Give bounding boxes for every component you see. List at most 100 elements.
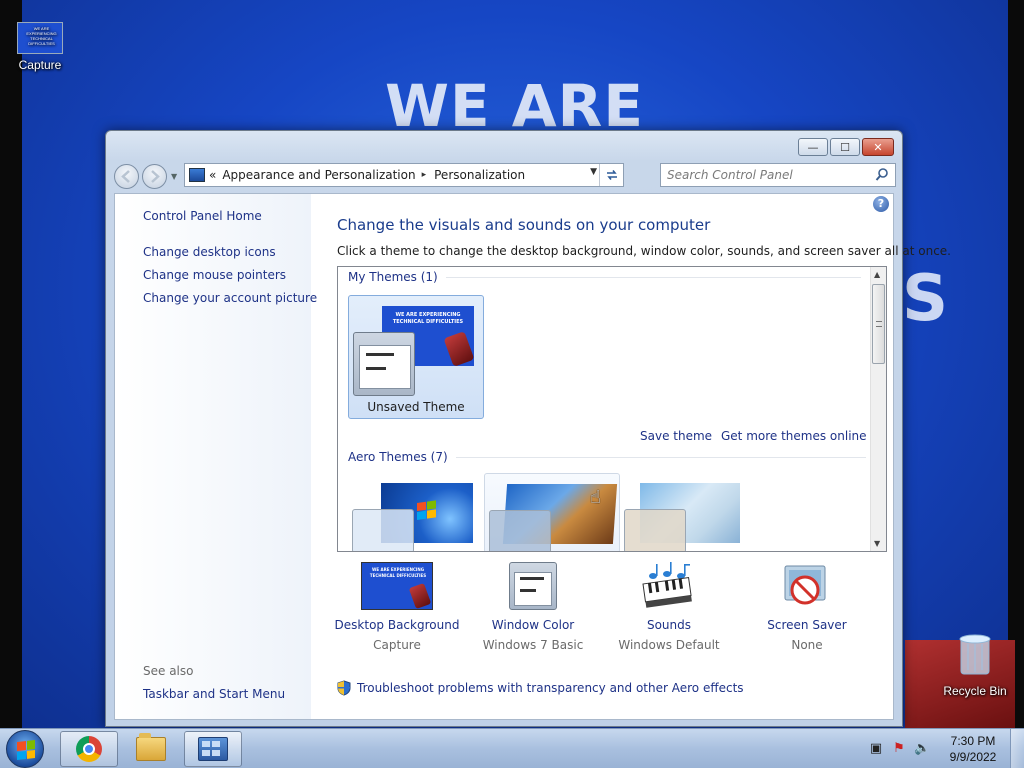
screen-saver-setting[interactable]: Screen Saver None: [739, 562, 875, 652]
setting-label[interactable]: Window Color: [465, 618, 601, 632]
aero-themes-header-label: Aero Themes (7): [348, 450, 448, 464]
see-also-heading: See also: [143, 664, 194, 678]
setting-value: Windows 7 Basic: [482, 638, 584, 652]
forward-arrow-icon: [151, 170, 160, 183]
network-icon[interactable]: ▣: [868, 741, 884, 757]
capture-file-icon: WE ARE EXPERIENCING TECHNICAL DIFFICULTI…: [17, 22, 63, 54]
aero-theme-tile[interactable]: [620, 473, 756, 551]
unsaved-theme-tile[interactable]: WE ARE EXPERIENCING TECHNICAL DIFFICULTI…: [348, 295, 484, 419]
scroll-up-icon[interactable]: ▲: [874, 270, 880, 279]
start-button[interactable]: [6, 730, 44, 768]
window-color-setting[interactable]: Window Color Windows 7 Basic: [465, 562, 601, 652]
window-caption-buttons: — ☐ ✕: [798, 138, 894, 156]
screen-saver-icon: [771, 562, 843, 612]
client-area: Control Panel Home Change desktop icons …: [114, 193, 951, 720]
taskbar-chrome-button[interactable]: [60, 731, 118, 767]
scroll-down-icon[interactable]: ▼: [874, 539, 880, 548]
control-panel-home-link[interactable]: Control Panel Home: [143, 209, 262, 223]
main-content: ? Change the visuals and sounds on your …: [311, 194, 951, 719]
screen-edge-right: [1008, 0, 1024, 728]
troubleshoot-aero-link[interactable]: Troubleshoot problems with transparency …: [337, 680, 744, 696]
close-button[interactable]: ✕: [862, 138, 894, 156]
taskbar-control-panel-button[interactable]: [184, 731, 242, 767]
my-themes-header-label: My Themes (1): [348, 270, 438, 284]
group-divider: [445, 276, 861, 278]
capture-thumb-text: WE ARE EXPERIENCING TECHNICAL DIFFICULTI…: [26, 26, 57, 46]
recent-pages-dropdown[interactable]: ▼: [171, 172, 181, 181]
setting-label[interactable]: Screen Saver: [739, 618, 875, 632]
breadcrumb-personalization[interactable]: Personalization: [434, 168, 525, 182]
chrome-icon: [76, 736, 102, 762]
taskbar: ▣ ⚑ 🔈 7:30 PM 9/9/2022: [0, 728, 1024, 768]
desktop-icon-recycle-bin[interactable]: Recycle Bin: [940, 632, 1010, 698]
windows-logo-icon: [17, 740, 35, 760]
volume-icon[interactable]: 🔈: [914, 741, 930, 757]
breadcrumb-appearance-and-personalization[interactable]: Appearance and Personalization: [222, 168, 415, 182]
uac-shield-icon: [337, 680, 351, 696]
desktop-icon-capture[interactable]: WE ARE EXPERIENCING TECHNICAL DIFFICULTI…: [5, 22, 75, 72]
sounds-setting[interactable]: Sounds Windows Default: [601, 562, 737, 652]
search-input[interactable]: [667, 168, 867, 182]
theme-name: Unsaved Theme: [367, 400, 465, 414]
change-mouse-pointers-link[interactable]: Change mouse pointers: [143, 268, 286, 282]
save-theme-link[interactable]: Save theme: [640, 429, 712, 443]
logo-pane: [26, 749, 35, 759]
theme-list-scrollbar[interactable]: ▲ ▼: [870, 267, 886, 551]
search-icon[interactable]: [875, 167, 889, 183]
breadcrumb-separator-icon[interactable]: ▸: [422, 170, 427, 180]
maximize-button[interactable]: ☐: [830, 138, 860, 156]
forward-button[interactable]: [142, 164, 167, 189]
breadcrumb-chevrons[interactable]: «: [209, 168, 216, 182]
window-color-icon: [497, 562, 569, 612]
no-screen-saver-icon: [784, 565, 826, 605]
screen-edge-left: [0, 0, 22, 728]
taskbar-explorer-button[interactable]: [122, 731, 180, 767]
setting-label[interactable]: Desktop Background: [329, 618, 465, 632]
clock-date[interactable]: 9/9/2022: [944, 750, 1002, 764]
desktop-background-setting[interactable]: WE ARE EXPERIENCING TECHNICAL DIFFICULTI…: [329, 562, 465, 652]
theme-window-color-preview: [489, 510, 551, 551]
page-subtitle: Click a theme to change the desktop back…: [337, 244, 951, 258]
troubleshoot-label[interactable]: Troubleshoot problems with transparency …: [357, 681, 744, 695]
desktop-icon-label: Capture: [18, 58, 62, 72]
help-icon[interactable]: ?: [873, 196, 889, 212]
scrollbar-grip-icon: [876, 321, 882, 327]
window-color-line: [520, 589, 536, 592]
wallpaper-text-fragment: S: [902, 262, 949, 336]
sounds-icon: [633, 562, 705, 612]
change-desktop-icons-link[interactable]: Change desktop icons: [143, 245, 276, 259]
minimize-button[interactable]: —: [798, 138, 828, 156]
get-more-themes-link[interactable]: Get more themes online: [721, 429, 867, 443]
refresh-icon: [606, 170, 617, 180]
theme-list[interactable]: My Themes (1) WE ARE EXPERIENCING TECHNI…: [337, 266, 887, 552]
back-arrow-icon: [121, 170, 130, 183]
group-divider: [455, 456, 866, 458]
show-desktop-button[interactable]: [1010, 729, 1024, 768]
theme-window-color-preview: [624, 509, 686, 551]
setting-value: Windows Default: [618, 638, 720, 652]
setting-label[interactable]: Sounds: [601, 618, 737, 632]
cp-grid: [212, 741, 220, 747]
notification-area: ▣ ⚑ 🔈 7:30 PM 9/9/2022: [864, 729, 1024, 768]
scrollbar-thumb[interactable]: [872, 284, 885, 364]
back-button[interactable]: [114, 164, 139, 189]
theme-window-color-preview: [353, 332, 415, 396]
theme-preview-text: WE ARE EXPERIENCING TECHNICAL DIFFICULTI…: [392, 312, 464, 325]
clock-time[interactable]: 7:30 PM: [944, 734, 1002, 748]
address-bar[interactable]: « Appearance and Personalization ▸ Perso…: [184, 163, 624, 187]
refresh-button[interactable]: [599, 164, 623, 186]
aero-theme-tile[interactable]: [348, 473, 484, 551]
taskbar-and-start-menu-link[interactable]: Taskbar and Start Menu: [143, 687, 285, 701]
desktop-background-thumbnail: WE ARE EXPERIENCING TECHNICAL DIFFICULTI…: [361, 562, 433, 610]
action-center-flag-icon[interactable]: ⚑: [891, 741, 907, 757]
setting-value: None: [791, 638, 823, 652]
address-history-dropdown-icon[interactable]: ▼: [590, 167, 597, 177]
cp-grid: [202, 750, 210, 756]
search-box[interactable]: [660, 163, 896, 187]
control-panel-icon: [198, 737, 228, 761]
aero-theme-tile[interactable]: [484, 473, 620, 551]
logo-pane: [17, 750, 26, 760]
change-account-picture-link[interactable]: Change your account picture: [143, 291, 317, 305]
task-pane: Control Panel Home Change desktop icons …: [115, 194, 317, 719]
windows-explorer-icon: [136, 733, 166, 761]
